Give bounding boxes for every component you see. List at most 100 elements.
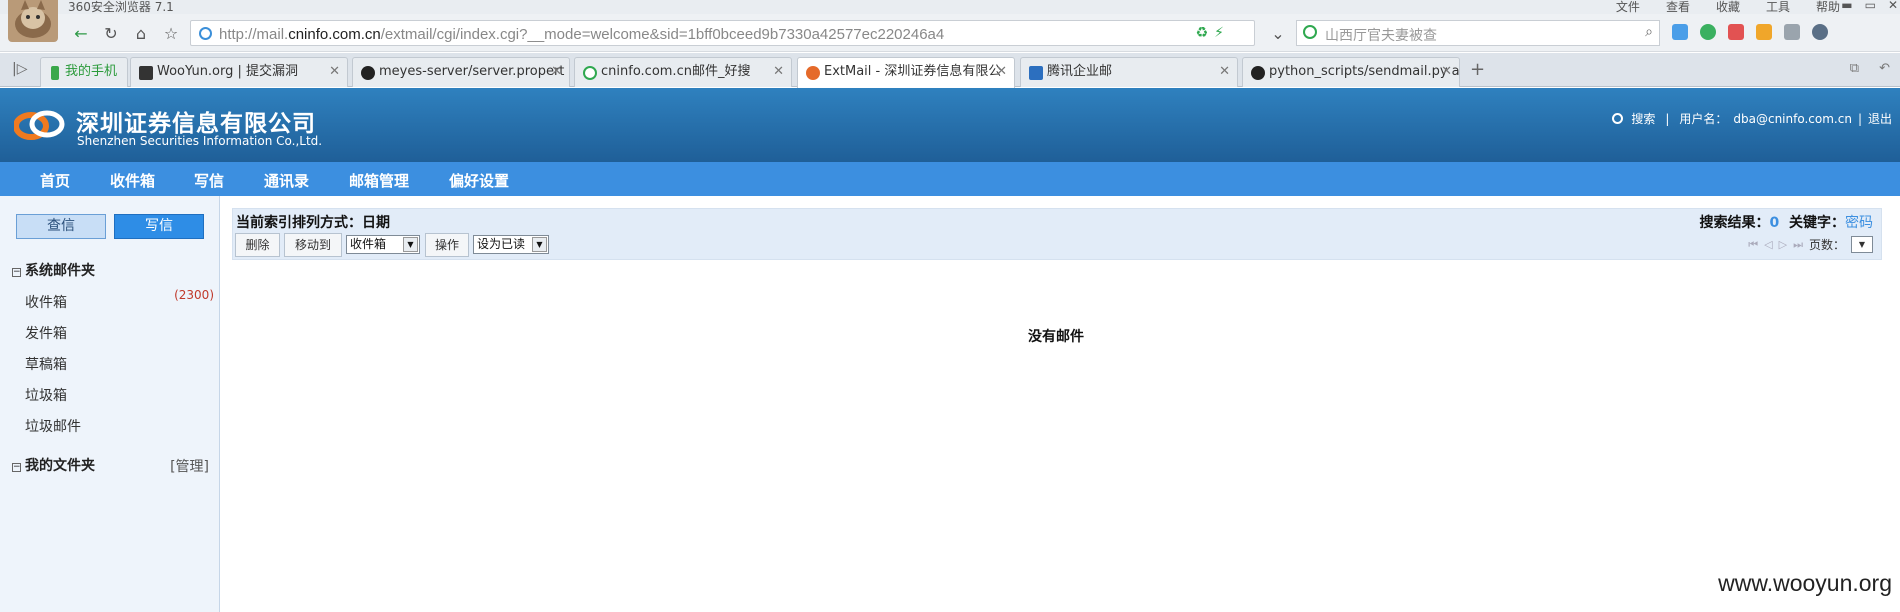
extension-icons — [1672, 24, 1828, 40]
site-favicon-icon — [199, 27, 212, 40]
url-input[interactable]: http://mail.cninfo.com.cn/extmail/cgi/in… — [190, 20, 1255, 46]
url-extension-icons: ♻ ⚡ — [1196, 25, 1224, 41]
chevron-down-icon: ▼ — [532, 237, 547, 252]
tab-haosou[interactable]: cninfo.com.cn邮件_好搜 ✕ — [574, 57, 792, 87]
haosou-icon — [583, 66, 597, 80]
tools-search-icon[interactable] — [1812, 24, 1828, 40]
folder-sidebar: 查信 写信 − 系统邮件夹 收件箱 (2300) 发件箱 草稿箱 垃圾箱 垃圾邮件… — [0, 196, 220, 612]
maximize-icon[interactable]: ▭ — [1865, 0, 1876, 12]
mail-nav-bar: 首页 收件箱 写信 通讯录 邮箱管理 偏好设置 — [0, 162, 1900, 196]
close-tab-icon[interactable]: ✕ — [1441, 58, 1452, 86]
my-folders-header[interactable]: − 我的文件夹 — [12, 455, 95, 475]
back-arrow-icon[interactable]: ← — [68, 21, 94, 45]
close-tab-icon[interactable]: ✕ — [329, 58, 340, 86]
close-tab-icon[interactable]: ✕ — [1219, 58, 1230, 86]
nav-contacts[interactable]: 通讯录 — [264, 170, 309, 191]
lightning-icon[interactable]: ⚡ — [1214, 25, 1224, 41]
header-user-area: 搜索 | 用户名： dba@cninfo.com.cn | 退出 — [1612, 110, 1892, 127]
refresh-icon[interactable]: ↻ — [98, 21, 124, 45]
next-page-icon[interactable]: ▷ — [1779, 238, 1787, 251]
github-icon — [1251, 66, 1265, 80]
nav-mailbox-management[interactable]: 邮箱管理 — [349, 170, 409, 191]
folder-sent[interactable]: 发件箱 — [25, 323, 67, 343]
tab-wooyun[interactable]: WooYun.org | 提交漏洞 ✕ — [130, 57, 348, 87]
delete-button[interactable]: 删除 — [235, 233, 280, 257]
tab-github-meyes[interactable]: meyes-server/server.propert ✕ — [352, 57, 570, 87]
browser-title: 360安全浏览器 7.1 — [68, 0, 174, 14]
sidebar-toggle-icon[interactable]: |▷ — [12, 61, 27, 77]
sort-order-label: 当前索引排列方式：日期 — [236, 215, 390, 231]
page-select[interactable]: ▼ — [1851, 236, 1873, 253]
last-page-icon[interactable]: ⏭ — [1793, 238, 1803, 252]
move-to-button[interactable]: 移动到 — [284, 233, 342, 257]
mail-header: 深圳证券信息有限公司 Shenzhen Securities Informati… — [0, 88, 1900, 162]
shield-icon[interactable] — [1700, 24, 1716, 40]
close-tab-icon[interactable]: ✕ — [551, 58, 562, 86]
grid-app-icon[interactable] — [1672, 24, 1688, 40]
action-button[interactable]: 操作 — [425, 233, 469, 257]
folder-spam[interactable]: 垃圾邮件 — [25, 416, 81, 436]
search-icon[interactable]: ⌕ — [1645, 24, 1653, 40]
search-keyword: 密码 — [1845, 215, 1873, 231]
folder-inbox[interactable]: 收件箱 — [25, 292, 67, 312]
tencent-mail-icon — [1029, 66, 1043, 80]
nav-preferences[interactable]: 偏好设置 — [449, 170, 509, 191]
tab-github-sendmail[interactable]: python_scripts/sendmail.py a ✕ — [1242, 57, 1460, 87]
system-folders-header[interactable]: − 系统邮件夹 — [12, 260, 95, 280]
recycle-icon[interactable]: ♻ — [1196, 25, 1209, 41]
home-icon[interactable]: ⌂ — [128, 21, 154, 45]
game-icon[interactable] — [1756, 24, 1772, 40]
phone-icon — [51, 66, 59, 80]
logout-link[interactable]: 退出 — [1868, 110, 1892, 127]
tab-bar: |▷ 我的手机 WooYun.org | 提交漏洞 ✕ meyes-server… — [0, 53, 1900, 88]
undo-close-icon[interactable]: ↶ — [1879, 61, 1890, 76]
tab-tencent-mail[interactable]: 腾讯企业邮 ✕ — [1020, 57, 1238, 87]
collapse-icon[interactable]: − — [12, 463, 21, 472]
new-tab-icon[interactable]: + — [1470, 59, 1485, 80]
favorite-star-icon[interactable]: ☆ — [158, 21, 184, 45]
nav-compose[interactable]: 写信 — [194, 170, 224, 191]
chevron-down-icon: ▼ — [403, 237, 418, 252]
menu-help[interactable]: 帮助 — [1816, 0, 1840, 15]
first-page-icon[interactable]: ⏮ — [1748, 238, 1758, 252]
nav-inbox[interactable]: 收件箱 — [110, 170, 155, 191]
url-dropdown-icon[interactable]: ⌄ — [1265, 21, 1291, 45]
tab-my-phone[interactable]: 我的手机 — [40, 57, 128, 87]
user-avatar[interactable] — [8, 0, 58, 42]
folder-drafts[interactable]: 草稿箱 — [25, 354, 67, 374]
check-mail-button[interactable]: 查信 — [16, 214, 106, 239]
tab-extmail[interactable]: ExtMail - 深圳证券信息有限公 ✕ — [797, 57, 1015, 88]
collapse-icon[interactable]: − — [12, 268, 21, 277]
inbox-count-badge: (2300) — [174, 288, 214, 302]
minimize-icon[interactable]: ▬ — [1841, 0, 1852, 12]
mark-as-select[interactable]: 设为已读 ▼ — [473, 235, 549, 254]
menu-view[interactable]: 查看 — [1666, 0, 1690, 15]
compose-button[interactable]: 写信 — [114, 214, 204, 239]
divider: | — [1857, 111, 1862, 126]
nav-home[interactable]: 首页 — [40, 170, 70, 191]
window-controls: ▬ ▭ ✕ — [1841, 0, 1898, 12]
move-target-select[interactable]: 收件箱 ▼ — [346, 235, 420, 254]
empty-mail-message: 没有邮件 — [1028, 329, 1084, 345]
manage-folders-link[interactable]: [管理] — [170, 456, 209, 476]
search-icon[interactable] — [1612, 113, 1624, 124]
company-name-en: Shenzhen Securities Information Co.,Ltd. — [77, 134, 323, 148]
menu-file[interactable]: 文件 — [1616, 0, 1640, 15]
header-search-link[interactable]: 搜索 — [1631, 110, 1655, 127]
github-icon — [361, 66, 375, 80]
folder-trash[interactable]: 垃圾箱 — [25, 385, 67, 405]
close-tab-icon[interactable]: ✕ — [996, 58, 1007, 86]
adblock-icon[interactable] — [1728, 24, 1744, 40]
search-placeholder: 山西厅官夫妻被查 — [1325, 28, 1437, 44]
tab-list-icon[interactable]: ⧉ — [1850, 61, 1859, 76]
screenshot-icon[interactable] — [1784, 24, 1800, 40]
company-name-cn: 深圳证券信息有限公司 — [76, 111, 316, 137]
pager: ⏮ ◁ ▷ ⏭ 页数： ▼ — [1748, 236, 1873, 253]
watermark: www.wooyun.org — [1718, 570, 1892, 596]
browser-search-input[interactable]: 山西厅官夫妻被查 ⌕ — [1296, 20, 1660, 46]
close-window-icon[interactable]: ✕ — [1888, 0, 1898, 12]
menu-tools[interactable]: 工具 — [1766, 0, 1790, 15]
prev-page-icon[interactable]: ◁ — [1764, 238, 1772, 251]
close-tab-icon[interactable]: ✕ — [773, 58, 784, 86]
menu-favorites[interactable]: 收藏 — [1716, 0, 1740, 15]
